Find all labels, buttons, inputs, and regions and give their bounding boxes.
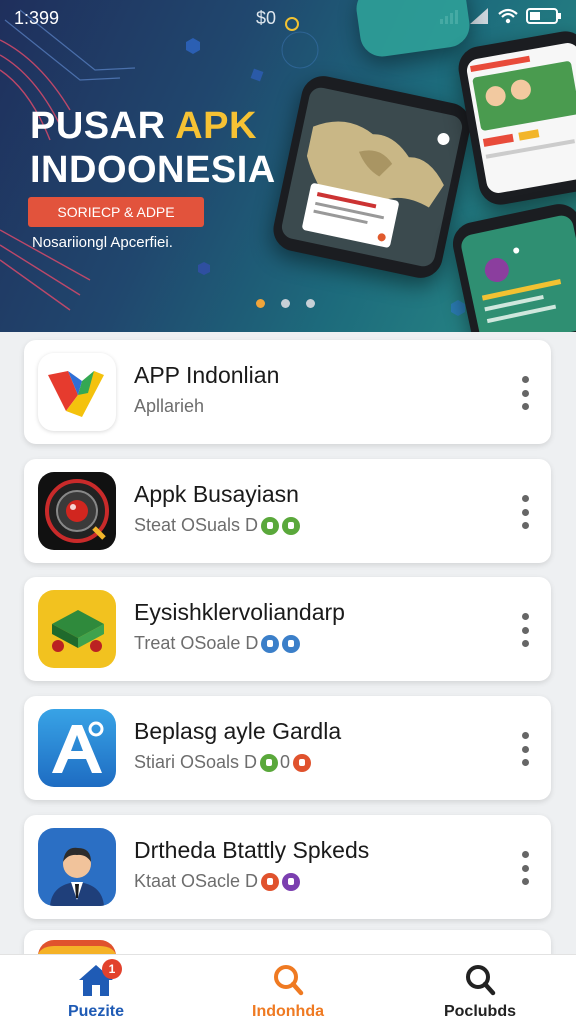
nav-item-home[interactable]: 1 Puezite <box>0 955 192 1024</box>
more-options-icon[interactable] <box>521 732 529 766</box>
wifi-icon <box>498 8 518 24</box>
red-camera-lens-icon <box>38 472 116 550</box>
app-card[interactable]: Beplasg ayle Gardla Stiari OSoals D 0 <box>24 696 551 800</box>
app-card[interactable]: Eysishklervoliandarp Treat OSoale D <box>24 577 551 681</box>
app-card[interactable]: Appk Busayiasn Steat OSuals D <box>24 459 551 563</box>
notification-badge: 1 <box>102 959 122 979</box>
blue-badge-icon <box>282 634 301 653</box>
app-meta-text: Stiari OSoals D <box>134 752 258 772</box>
orange-badge-icon <box>293 753 312 772</box>
green-badge-icon <box>282 516 301 535</box>
search-icon <box>466 965 496 996</box>
app-meta-text: Ktaat OSacle D <box>134 871 259 891</box>
carousel-dot-3[interactable] <box>306 299 315 308</box>
app-meta-text: Apllarieh <box>134 396 205 416</box>
search-icon <box>274 965 304 996</box>
app-name: Appk Busayiasn <box>134 481 299 507</box>
app-meta-text: Steat OSuals D <box>134 515 259 535</box>
green-device-cart-icon <box>38 590 116 668</box>
app-name: Drtheda Btattly Spkeds <box>134 837 370 863</box>
battery-icon <box>526 8 561 24</box>
nav-label: Puezite <box>67 1003 124 1020</box>
nav-label: Indonhda <box>252 1003 324 1020</box>
orange-badge-icon <box>261 872 280 891</box>
purple-badge-icon <box>282 872 301 891</box>
nav-item-search[interactable]: Indonhda <box>192 955 384 1024</box>
hero-title-line1: PUSAR <box>30 105 176 147</box>
app-meta: Steat OSuals D <box>134 515 301 536</box>
businessman-avatar-icon <box>38 828 116 906</box>
carousel-dot-1[interactable] <box>256 299 265 308</box>
signal-2-icon <box>470 8 488 24</box>
app-meta: Treat OSoale D <box>134 633 301 654</box>
green-badge-icon <box>261 516 280 535</box>
blue-letter-a-icon <box>38 709 116 787</box>
status-center-text: $0 <box>256 8 277 28</box>
bottom-navigation: 1 Puezite Indonhda Poclubds <box>0 954 576 1024</box>
status-time: 1:399 <box>14 8 60 28</box>
app-meta-text: Treat OSoale D <box>134 633 259 653</box>
app-name: Eysishklervoliandarp <box>134 599 345 625</box>
hero-cta-button[interactable]: SORIECP & ADPE <box>28 197 204 227</box>
blue-badge-icon <box>261 634 280 653</box>
carousel-dot-2[interactable] <box>281 299 290 308</box>
more-options-icon[interactable] <box>521 851 529 885</box>
app-name: Beplasg ayle Gardla <box>134 718 342 744</box>
app-meta: Stiari OSoals D 0 <box>134 752 312 773</box>
app-meta: Ktaat OSacle D <box>134 871 301 892</box>
nav-item-popular[interactable]: Poclubds <box>384 955 576 1024</box>
hero-title-accent: APK <box>175 105 257 147</box>
hero-title-line2: INDOONESIA <box>30 149 276 191</box>
more-options-icon[interactable] <box>521 376 529 410</box>
phone-mockup-center <box>269 72 475 282</box>
app-meta: Apllarieh <box>134 396 204 417</box>
app-name: APP Indonlian <box>134 362 280 388</box>
hero-title: PUSAR APK INDOONESIA <box>30 104 276 192</box>
hero-banner[interactable]: 1:399 $0 PUSAR APK INDOONESIA SORIECP & … <box>0 0 576 332</box>
more-options-icon[interactable] <box>521 613 529 647</box>
carousel-indicator[interactable] <box>256 299 315 308</box>
green-badge-icon <box>260 753 279 772</box>
hero-subtitle: Nosariiongl Apcerfiei. <box>32 234 173 251</box>
colorful-folded-logo-icon <box>38 353 116 431</box>
app-card[interactable]: Drtheda Btattly Spkeds Ktaat OSacle D <box>24 815 551 919</box>
app-meta-count: 0 <box>280 752 291 772</box>
status-bar: 1:399 $0 <box>0 0 576 36</box>
nav-label: Poclubds <box>443 1003 516 1020</box>
more-options-icon[interactable] <box>521 495 529 529</box>
app-card[interactable]: APP Indonlian Apllarieh <box>24 340 551 444</box>
